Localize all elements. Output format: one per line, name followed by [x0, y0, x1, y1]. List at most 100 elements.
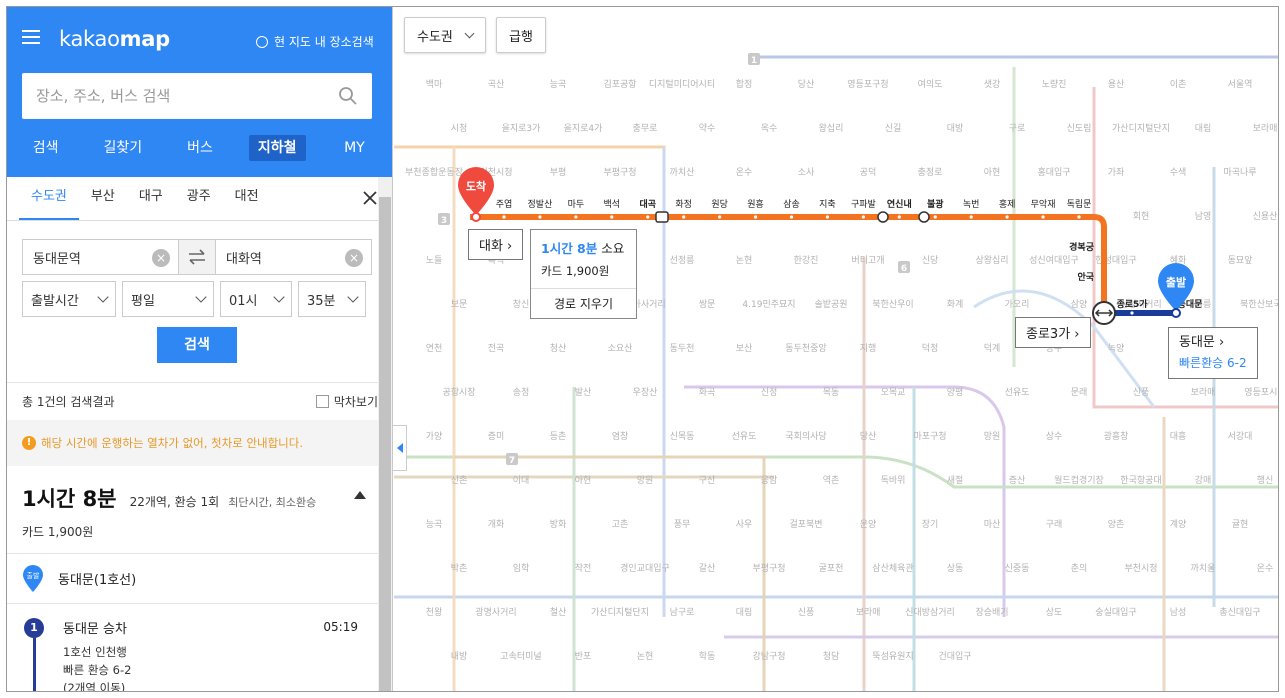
- station-label-background: 건대입구: [938, 650, 971, 662]
- station-label-background: 까치산: [670, 166, 695, 178]
- kakaomap-logo[interactable]: kakaomap: [59, 27, 170, 51]
- region-select[interactable]: 수도권: [404, 17, 486, 53]
- station-label-background: 대방: [947, 123, 964, 134]
- line3-station-label: 삼송: [783, 199, 800, 210]
- collapse-icon[interactable]: [354, 491, 366, 499]
- station-label-background: 영등포시장: [1244, 387, 1279, 398]
- chevron-down-icon: [347, 291, 359, 303]
- line3-station-dot: [682, 215, 686, 219]
- station-label-background: 소요산: [608, 343, 633, 354]
- fold-panel-button[interactable]: [393, 425, 407, 471]
- station-label-background: 마산: [984, 519, 1001, 530]
- destination-field[interactable]: 대화역 ×: [215, 239, 372, 275]
- route-inputs: 동대문역 × 대화역 ×: [22, 239, 372, 275]
- route-search-button[interactable]: 검색: [157, 327, 237, 363]
- line3-station-label: 마두: [568, 199, 585, 210]
- clear-destination-icon[interactable]: ×: [345, 249, 363, 267]
- line-number-label: 1: [751, 56, 757, 66]
- tab-my[interactable]: MY: [316, 133, 392, 163]
- station-label-background: 우장산: [633, 387, 658, 398]
- region-tab-daejeon[interactable]: 대전: [223, 177, 271, 220]
- station-label-background: 시청: [451, 123, 468, 134]
- transfer-station-yeonsinnae: [877, 211, 889, 223]
- hour-select[interactable]: 01시: [220, 281, 292, 317]
- checkbox-icon[interactable]: [315, 395, 329, 408]
- station-label-background: 약수: [699, 122, 716, 134]
- line3-station-label: 홍제: [999, 198, 1016, 210]
- station-label-background: 당산: [860, 431, 877, 442]
- callout-suffix: 소요: [601, 241, 625, 256]
- line3-station-label: 정발산: [528, 199, 553, 210]
- clear-route-button[interactable]: 경로 지우기: [531, 288, 636, 318]
- tab-bus[interactable]: 버스: [161, 133, 238, 163]
- station-label-background: 경인교대입구: [620, 562, 670, 574]
- departure-station-dot: [1171, 308, 1181, 318]
- station-label-background: 가좌: [1108, 167, 1125, 178]
- station-label-background: 을지로3가: [502, 123, 541, 134]
- day-type-select[interactable]: 평일: [122, 281, 214, 317]
- station-label-background: 능곡: [550, 79, 567, 90]
- station-label-background: 녹양: [1108, 343, 1125, 354]
- station-label-background: 행신: [1257, 474, 1274, 486]
- line3-station-dot: [610, 215, 614, 219]
- search-icon[interactable]: [338, 86, 358, 106]
- route-summary[interactable]: 1시간 8분 22개역, 환승 1회 최단시간, 최소환승 카드 1,900원: [22, 483, 372, 540]
- region-tab-daegu[interactable]: 대구: [127, 177, 175, 220]
- origin-station-label[interactable]: 동대문 › 빠른환승 6-2: [1168, 327, 1258, 379]
- station-label-background: 임학: [513, 562, 530, 574]
- express-button[interactable]: 급행: [496, 17, 546, 53]
- minute-select[interactable]: 35분: [298, 281, 366, 317]
- tab-subway[interactable]: 지하철: [239, 133, 316, 163]
- station-label-background: 등촌: [550, 431, 567, 442]
- menu-icon[interactable]: [22, 30, 40, 44]
- station-label-background: 대흥: [1170, 430, 1187, 442]
- region-tab-busan[interactable]: 부산: [79, 177, 127, 220]
- clear-origin-icon[interactable]: ×: [152, 249, 170, 267]
- subway-map-canvas[interactable]: 백마 곡산 능곡 김포공항 디지털미디어시티 합정 당산 영등포구청 여의도 샛강 노량진 용산 이촌 서…: [394, 7, 1279, 692]
- destination-station-label[interactable]: 대화 ›: [468, 229, 524, 260]
- swap-button[interactable]: [179, 239, 215, 275]
- line3-station-dot: [646, 215, 650, 219]
- station-label-background: 을지로4가: [564, 123, 603, 134]
- arrival-station-dot: [471, 212, 481, 222]
- line1-station-dot: [1130, 311, 1134, 315]
- departure-pin-badge: 출발: [27, 571, 40, 580]
- region-tab-capital[interactable]: 수도권: [19, 177, 79, 220]
- transfer-station-label[interactable]: 종로3가 ›: [1015, 317, 1091, 348]
- scrollbar-thumb[interactable]: [379, 197, 391, 691]
- station-label-background: 강매: [1195, 475, 1212, 486]
- result-count-row: 총 1건의 검색결과 막차보기: [7, 382, 392, 420]
- station-label-background: 창신: [513, 299, 530, 310]
- area-search-toggle[interactable]: 현 지도 내 장소검색: [256, 33, 374, 50]
- station-label-background: 논현: [736, 255, 753, 266]
- station-label-background: 삼양: [1071, 299, 1088, 310]
- search-input[interactable]: [36, 87, 336, 105]
- tab-directions[interactable]: 길찾기: [84, 133, 161, 163]
- tab-search[interactable]: 검색: [7, 133, 84, 163]
- station-label-background: 목동: [823, 387, 840, 398]
- station-label-background: 숭실대입구: [1095, 606, 1136, 618]
- station-label-background: 삼산체육관: [872, 563, 913, 574]
- station-label-background: 신용산: [1253, 211, 1278, 222]
- departure-type-select[interactable]: 출발시간: [22, 281, 116, 317]
- last-train-toggle[interactable]: 막차보기: [315, 393, 378, 410]
- station-label-background: 증미: [488, 431, 505, 442]
- station-label-background: 천왕: [426, 607, 443, 618]
- station-label-background: 영등포구청: [847, 79, 888, 90]
- line1-station-label: 종로5가: [1116, 298, 1148, 310]
- region-tab-gwangju[interactable]: 광주: [175, 177, 223, 220]
- station-label-background: 곡산: [488, 79, 505, 90]
- origin-field[interactable]: 동대문역 ×: [22, 239, 179, 275]
- step-number: 1: [24, 618, 44, 638]
- time-selects: 출발시간 평일 01시 35분: [22, 281, 372, 317]
- station-label-background: 동묘앞: [1228, 254, 1253, 266]
- radio-icon[interactable]: [256, 35, 268, 48]
- station-label-background: 덕정: [922, 343, 939, 354]
- station-label-background: 공덕: [860, 167, 877, 178]
- station-label-background: 가오리: [1005, 299, 1030, 310]
- warning-icon: !: [22, 436, 36, 450]
- subway-map[interactable]: 백마 곡산 능곡 김포공항 디지털미디어시티 합정 당산 영등포구청 여의도 샛강 노량진 용산 이촌 서…: [394, 7, 1279, 692]
- station-label-background: 철산: [550, 607, 567, 618]
- line-number-label: 3: [441, 216, 447, 226]
- close-icon[interactable]: [362, 190, 378, 206]
